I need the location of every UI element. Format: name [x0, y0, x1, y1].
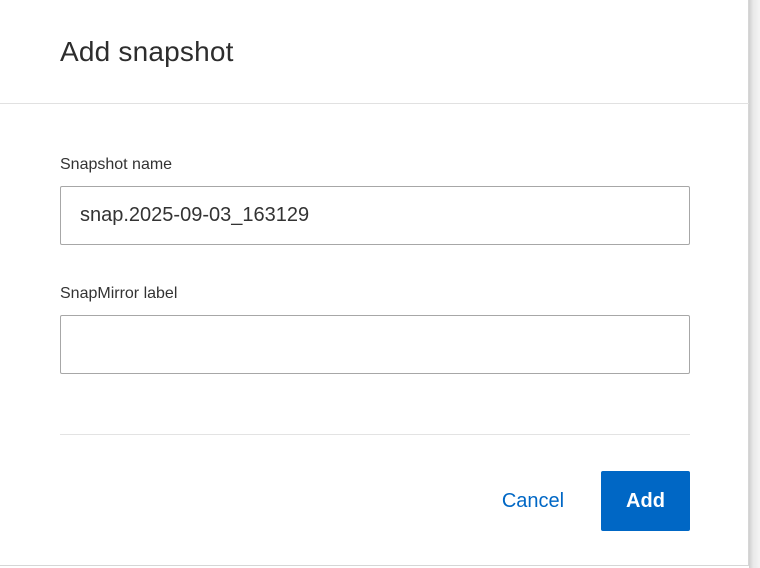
add-snapshot-dialog: Add snapshot Snapshot name SnapMirror la… — [0, 0, 749, 566]
dialog-title: Add snapshot — [60, 36, 234, 67]
snapmirror-label-input[interactable] — [60, 315, 690, 374]
cancel-button[interactable]: Cancel — [488, 471, 578, 531]
add-button[interactable]: Add — [601, 471, 690, 531]
snapshot-name-input[interactable] — [60, 186, 690, 245]
dialog-header: Add snapshot — [0, 0, 749, 104]
dialog-edge-shadow — [749, 0, 760, 568]
snapmirror-label-label: SnapMirror label — [60, 285, 178, 302]
snapshot-name-label: Snapshot name — [60, 156, 173, 173]
footer-divider — [60, 434, 690, 435]
